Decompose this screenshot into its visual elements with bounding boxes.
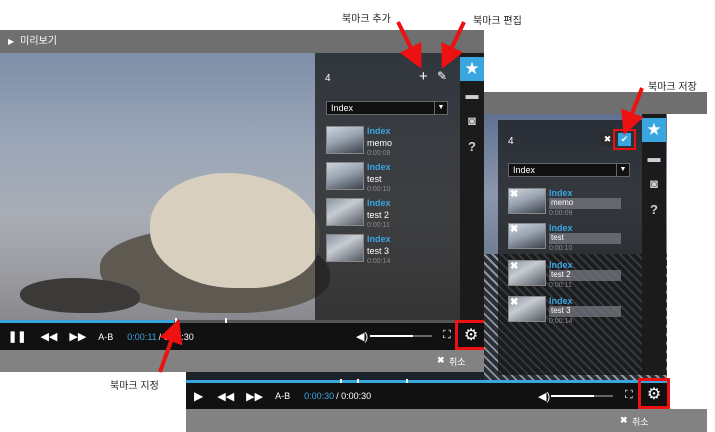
arrow-add (396, 21, 422, 69)
annotation-arrows (158, 21, 644, 373)
arrow-edit (441, 21, 466, 69)
arrow-set (158, 318, 183, 373)
arrow-save (621, 87, 644, 136)
